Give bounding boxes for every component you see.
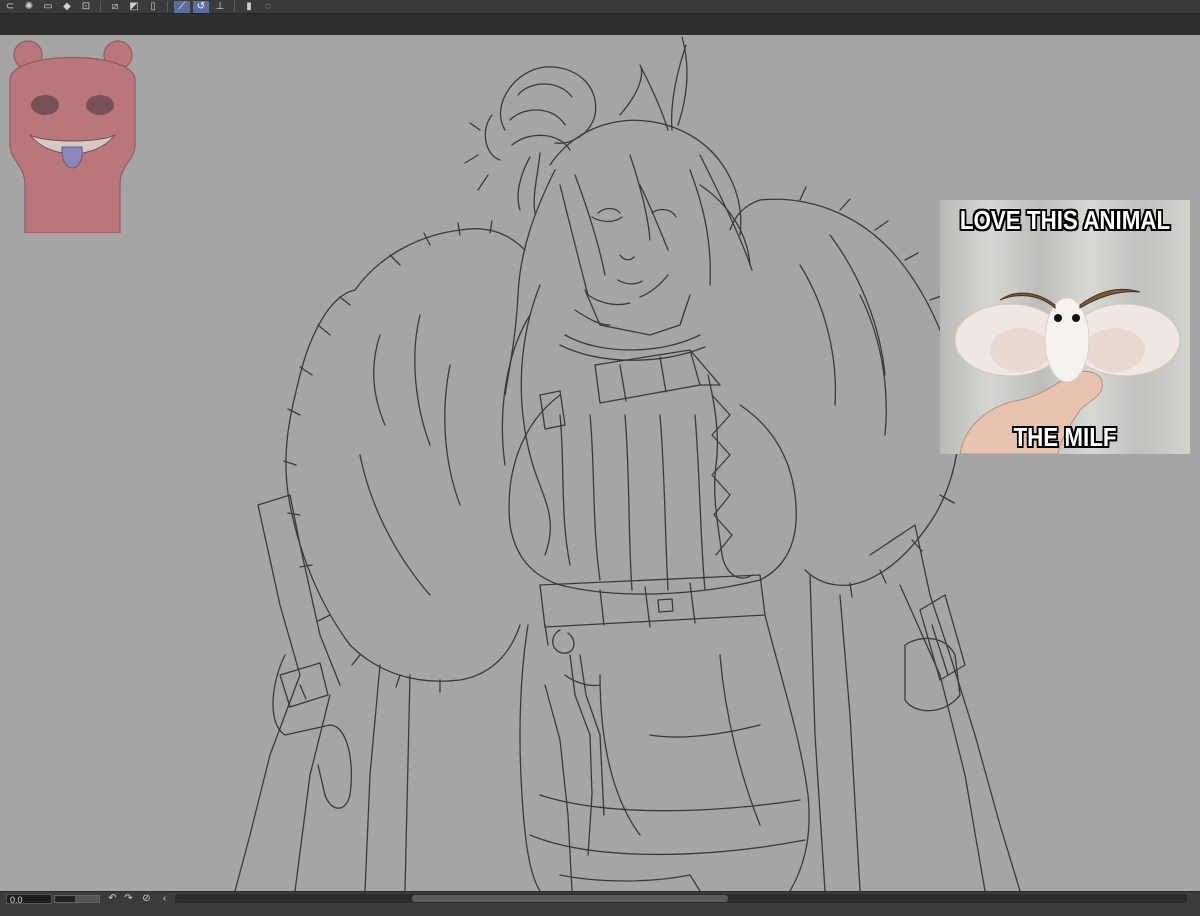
speech-bubble-icon[interactable]: ◌	[260, 1, 276, 13]
ruler-grid-icon[interactable]: ⊥	[212, 1, 228, 13]
meme-bottom-caption: THE MILF	[1013, 422, 1117, 452]
toolbar-separator	[234, 1, 235, 12]
blank-layer-icon[interactable]: ▯	[145, 1, 161, 13]
zoom-slider-fill	[55, 896, 75, 902]
crop-icon[interactable]: ⧄	[107, 1, 123, 13]
meme-top-caption: LOVE THIS ANIMAL	[959, 205, 1171, 235]
lasso-tool-icon[interactable]: ⊂	[2, 1, 18, 13]
toolbar-separator	[100, 1, 101, 12]
zoom-slider[interactable]	[54, 895, 100, 903]
horizontal-scrollbar[interactable]	[175, 894, 1187, 903]
flip-icon[interactable]: ‹	[158, 893, 171, 905]
tool-bar: ⊂ ✺ ▭ ◆ ⊡ ⧄ ◩ ▯ ⟋ ↺ ⊥ ▮ ◌	[0, 0, 1200, 13]
reset-rotation-icon[interactable]: ⊘	[140, 893, 153, 905]
moth-photo	[940, 200, 1190, 454]
zoom-input[interactable]: 0.0	[6, 894, 52, 905]
toolbar-separator	[167, 1, 168, 12]
navigator-status-bar: 0.0 ↶ ↷ ⊘ ‹	[0, 891, 1200, 916]
lineart-sketch	[234, 36, 1021, 891]
phone-preview-icon[interactable]: ▮	[241, 1, 257, 13]
loading-spinner-icon[interactable]: ✺	[21, 1, 37, 13]
selection-layer-icon[interactable]: ▭	[40, 1, 56, 13]
rotate-right-icon[interactable]: ↷	[122, 893, 135, 905]
artist-watermark	[9, 40, 136, 233]
meme-image: LOVE THIS ANIMAL THE MILF	[940, 200, 1190, 454]
ruler-icon[interactable]: ⟋	[174, 0, 190, 13]
scrollbar-thumb[interactable]	[411, 895, 728, 902]
drawing-canvas[interactable]: LOVE THIS ANIMAL THE MILF	[0, 35, 1200, 891]
fill-icon[interactable]: ◩	[126, 1, 142, 13]
perspective-ruler-icon[interactable]: ↺	[193, 0, 209, 13]
canvas-tab-strip	[0, 13, 1200, 35]
rotate-left-icon[interactable]: ↶	[106, 893, 119, 905]
transform-icon[interactable]: ⊡	[78, 1, 94, 13]
eraser-icon[interactable]: ◆	[59, 1, 75, 13]
